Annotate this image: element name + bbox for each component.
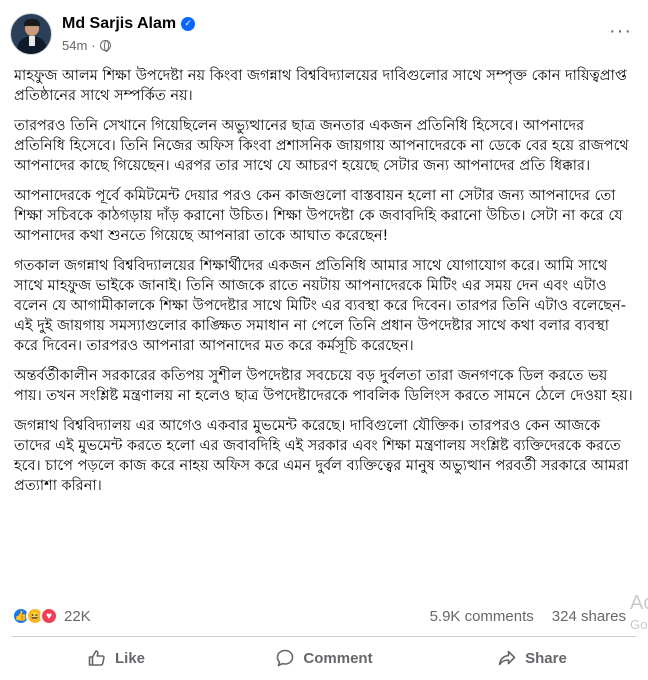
- facebook-post: Md Sarjis Alam ✓ 54m · ··· মাহফুজ আলম শি…: [0, 0, 648, 680]
- share-count[interactable]: 324 shares: [552, 608, 626, 625]
- post-header: Md Sarjis Alam ✓ 54m ·: [10, 10, 196, 58]
- comment-label: Comment: [303, 649, 373, 667]
- post-paragraph: মাহফুজ আলম শিক্ষা উপদেষ্টা নয় কিংবা জগন…: [14, 68, 627, 104]
- share-icon: [498, 650, 516, 666]
- comment-button[interactable]: Comment: [220, 640, 428, 676]
- comment-count[interactable]: 5.9K comments: [430, 608, 534, 625]
- share-button[interactable]: Share: [428, 640, 636, 676]
- post-actions: Like Comment Share: [12, 640, 636, 676]
- divider: [12, 636, 636, 637]
- post-timestamp[interactable]: 54m: [62, 38, 87, 53]
- comment-icon: [277, 649, 294, 667]
- like-label: Like: [114, 649, 145, 667]
- verified-badge-icon: ✓: [181, 17, 196, 31]
- author-name[interactable]: Md Sarjis Alam: [62, 15, 176, 33]
- post-paragraph: আপনাদেরকে পূর্বে কমিটমেন্ট দেয়ার পরও কে…: [14, 188, 623, 244]
- like-icon: [88, 650, 105, 666]
- watermark-line: Ac: [630, 592, 648, 614]
- post-paragraph: জগন্নাথ বিশ্ববিদ্যালয় এর আগেও একবার মুভ…: [14, 418, 629, 494]
- post-paragraph: অন্তর্বর্তীকালীন সরকারের কতিপয় সুশীল উপ…: [14, 368, 633, 404]
- more-options-button[interactable]: ···: [609, 20, 632, 43]
- post-paragraph: তারপরও তিনি সেখানে গিয়েছিলেন অভ্যুত্থান…: [14, 118, 629, 174]
- post-paragraph: গতকাল জগন্নাথ বিশ্ববিদ্যালয়ের শিক্ষার্থ…: [14, 258, 627, 354]
- share-label: Share: [525, 649, 567, 667]
- separator-dot: ·: [91, 37, 96, 53]
- like-button[interactable]: Like: [12, 640, 220, 676]
- author-meta: Md Sarjis Alam ✓ 54m ·: [62, 14, 196, 54]
- globe-icon: [99, 39, 111, 52]
- activation-watermark: Ac Go: [630, 592, 648, 636]
- reaction-summary[interactable]: 👍 😆 ♥ 22K: [12, 607, 91, 625]
- author-avatar[interactable]: [10, 13, 52, 55]
- post-stats: 👍 😆 ♥ 22K 5.9K comments 324 shares: [12, 604, 636, 628]
- watermark-line: Go: [630, 617, 648, 632]
- reaction-count[interactable]: 22K: [64, 608, 91, 625]
- post-content: মাহফুজ আলম শিক্ষা উপদেষ্টা নয় কিংবা জগন…: [14, 66, 634, 506]
- love-reaction-icon: ♥: [40, 607, 58, 625]
